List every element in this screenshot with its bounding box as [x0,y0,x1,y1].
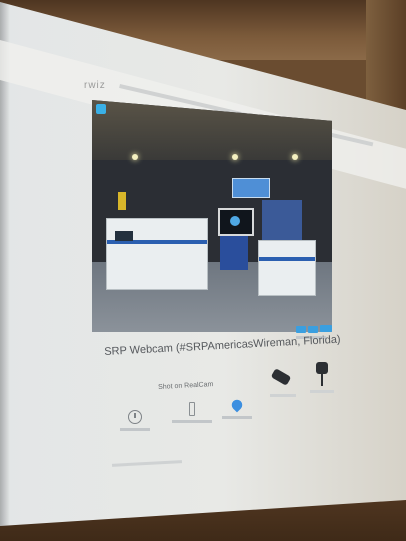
feature-item [120,410,150,431]
stream-logo-icon [96,104,106,114]
feature-label [222,416,252,419]
footer-links[interactable] [111,460,183,467]
camera-product[interactable] [266,368,300,398]
feature-label [120,428,150,431]
product-label [310,390,334,393]
ceiling-light [232,154,238,160]
clock-icon [128,410,142,424]
booth-sign [232,178,270,198]
shot-on-heading: Shot on RealCam [158,381,214,391]
timer-icon [189,402,195,416]
camera-icon [270,368,292,386]
product-label [270,394,296,397]
webcam-product[interactable] [306,358,336,394]
webcam-stand [321,372,323,386]
stream-title: SRP Webcam (#SRPAmericasWireman, Florida… [104,333,341,358]
projected-screen: rwiz SRP Webcam (#SRPAmericasWireman, Fl… [0,2,406,526]
webcam-video[interactable] [92,100,332,332]
location-pin-icon [229,397,245,413]
generator-panel [115,231,133,241]
ceiling-light [292,154,298,160]
kiosk-monitor [218,208,254,236]
generator-unit [106,218,208,290]
feature-label [172,420,212,423]
site-logo[interactable]: rwiz [84,80,106,91]
feature-item [222,397,252,419]
embed-button[interactable] [308,326,318,333]
generator-stripe [259,257,315,262]
fullscreen-button[interactable] [320,325,332,332]
share-button[interactable] [296,326,306,333]
banner [118,192,126,210]
ceiling-light [132,154,138,160]
feature-item [172,402,212,423]
generator-unit [258,240,316,296]
blue-display-rack [262,200,302,242]
